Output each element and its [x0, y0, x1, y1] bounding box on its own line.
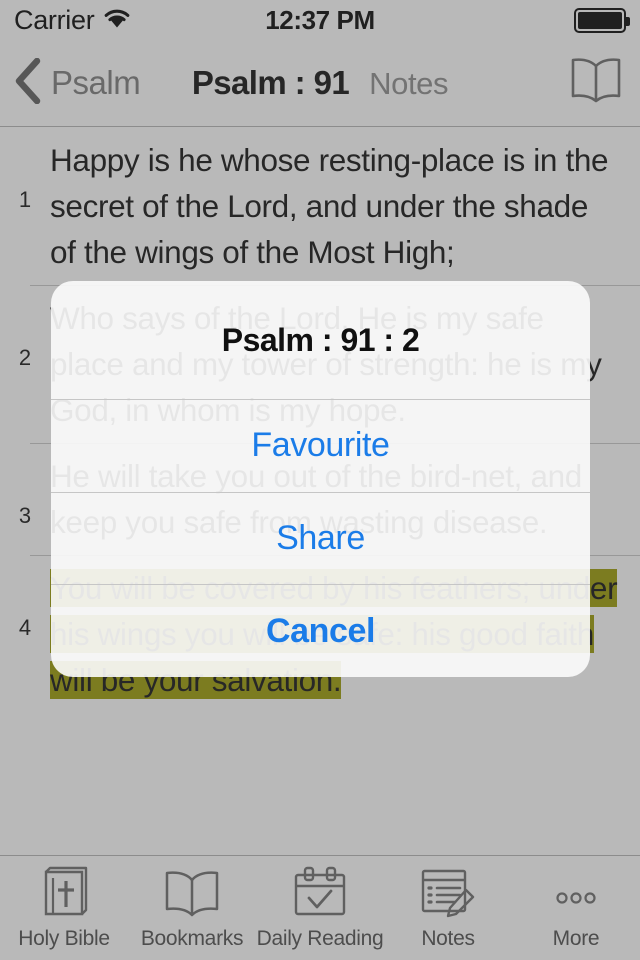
cancel-button-label: Cancel: [265, 611, 376, 650]
app-screen: Carrier 12:37 PM Psalm Psalm: 91 Notes …: [0, 0, 640, 960]
favourite-button[interactable]: Favourite: [51, 399, 590, 492]
favourite-button-label: Favourite: [251, 426, 390, 465]
share-button[interactable]: Share: [51, 491, 590, 585]
dialog-title-area: Psalm : 91 : 2: [51, 281, 590, 399]
share-button-label: Share: [276, 519, 365, 557]
cancel-button[interactable]: Cancel: [51, 584, 590, 677]
dialog-title: Psalm : 91 : 2: [221, 321, 420, 358]
action-sheet-dialog: Psalm : 91 : 2 Favourite Share Cancel: [51, 281, 590, 677]
